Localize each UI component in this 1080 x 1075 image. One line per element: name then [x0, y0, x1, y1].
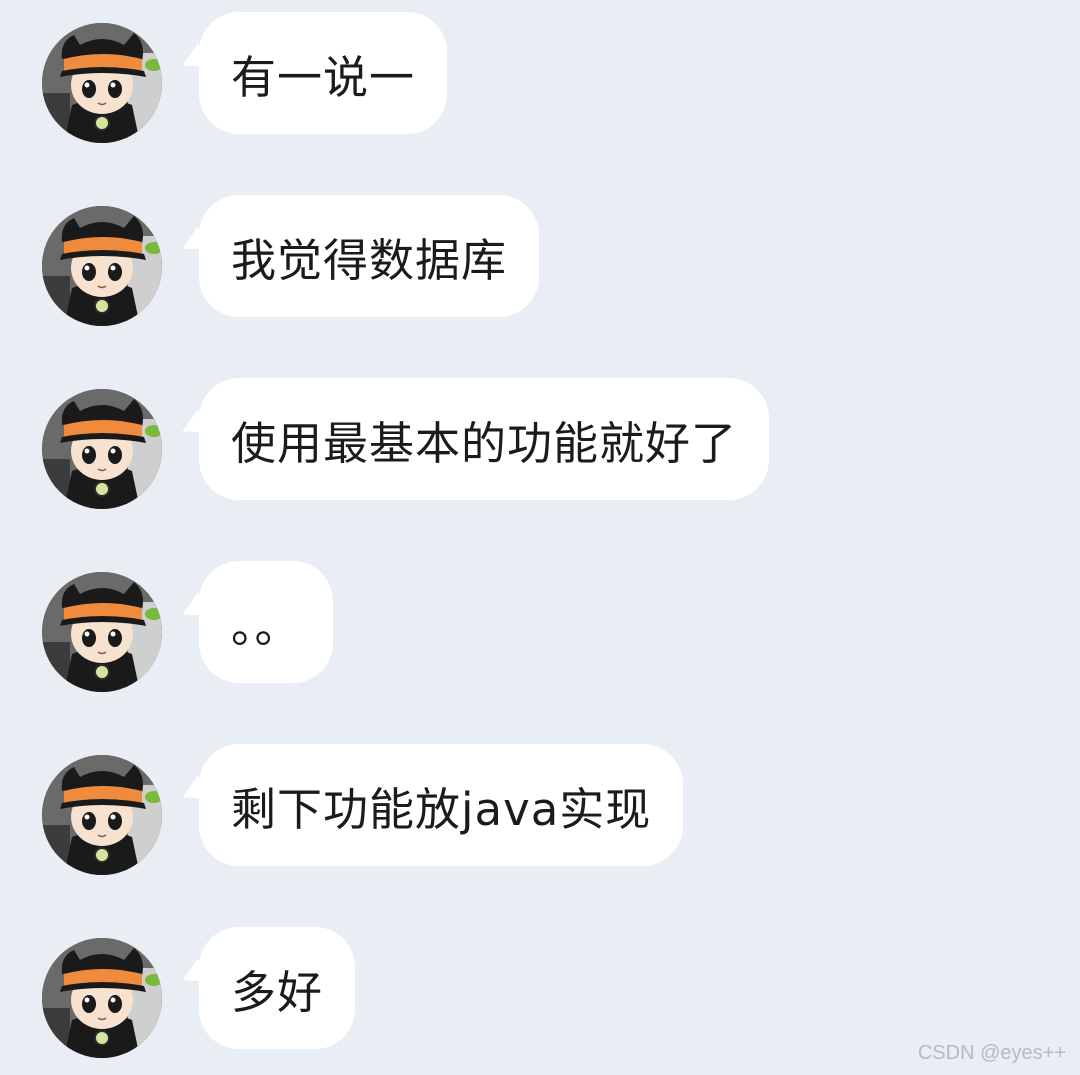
cartoon-character-avatar-icon[interactable] [42, 23, 162, 143]
chat-message: 。。 [0, 561, 1080, 692]
cartoon-character-avatar-icon[interactable] [42, 755, 162, 875]
cartoon-character-avatar-icon[interactable] [42, 206, 162, 326]
message-bubble[interactable]: 。。 [199, 561, 333, 683]
cartoon-character-avatar-icon[interactable] [42, 938, 162, 1058]
message-bubble[interactable]: 多好 [199, 927, 356, 1049]
watermark: CSDN @eyes++ [917, 1042, 1066, 1064]
chat-message: 剩下功能放java实现 [0, 744, 1080, 875]
cartoon-character-avatar-icon[interactable] [42, 572, 162, 692]
cartoon-character-avatar-icon[interactable] [42, 389, 162, 509]
message-bubble[interactable]: 有一说一 [199, 12, 448, 134]
chat-message: 使用最基本的功能就好了 [0, 378, 1080, 509]
message-bubble[interactable]: 使用最基本的功能就好了 [199, 378, 770, 500]
chat-message: 有一说一 [0, 12, 1080, 143]
message-bubble[interactable]: 剩下功能放java实现 [199, 744, 684, 866]
chat-message: 多好 [0, 927, 1080, 1058]
chat-message: 我觉得数据库 [0, 195, 1080, 326]
message-bubble[interactable]: 我觉得数据库 [199, 195, 540, 317]
